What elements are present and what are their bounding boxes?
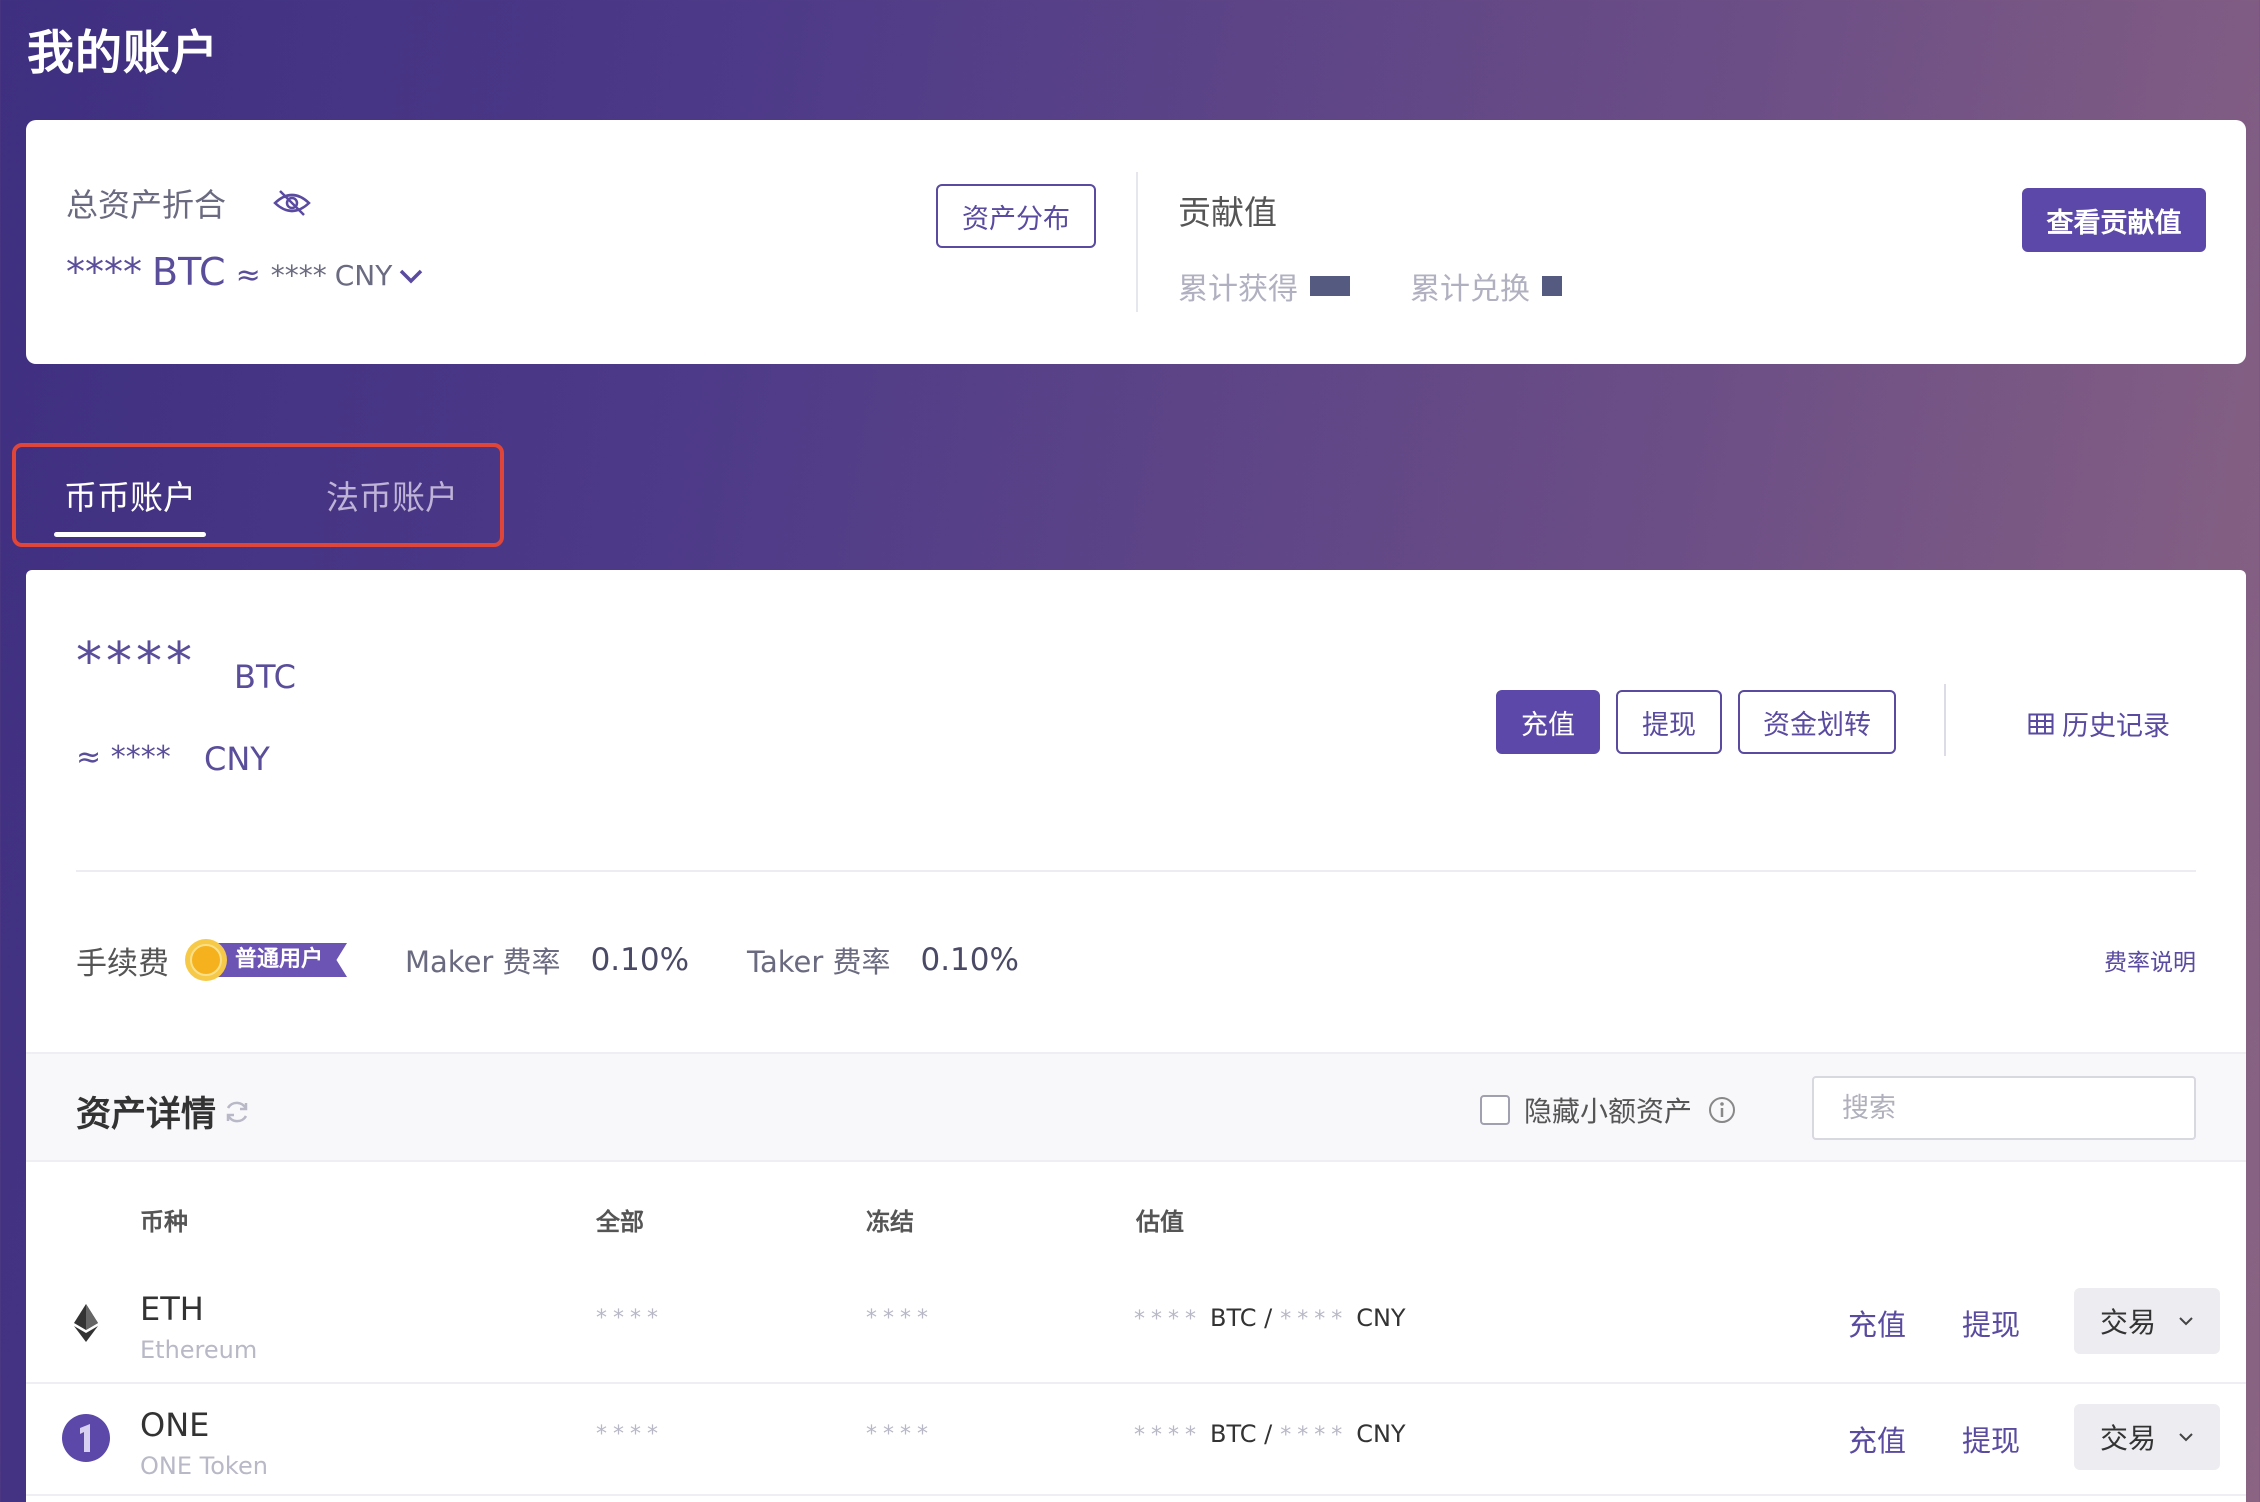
trade-dropdown[interactable]: 交易 xyxy=(2074,1288,2220,1354)
column-header-total: 全部 xyxy=(596,1208,644,1236)
total-btc-mask: **** xyxy=(66,250,142,294)
table-row: ONE ONE Token **** **** **** BTC / **** … xyxy=(26,1382,2246,1494)
contribution-section: 贡献值 累计获得 累计兑换 xyxy=(1178,186,1622,308)
estimate-value: **** BTC / **** CNY xyxy=(1134,1304,1406,1332)
transfer-button[interactable]: 资金划转 xyxy=(1738,690,1896,754)
coin-symbol: ONE xyxy=(140,1406,210,1444)
row-deposit-link[interactable]: 充值 xyxy=(1848,1302,1906,1344)
hide-small-label[interactable]: 隐藏小额资产 xyxy=(1524,1090,1692,1130)
column-header-frozen: 冻结 xyxy=(866,1208,914,1236)
row-deposit-link[interactable]: 充值 xyxy=(1848,1418,1906,1460)
divider xyxy=(26,1494,2246,1496)
hide-small-assets: 隐藏小额资产 xyxy=(1480,1090,1736,1130)
balance-btc-unit: BTC xyxy=(234,658,296,696)
redeemed-mask xyxy=(1542,276,1562,296)
trade-dropdown[interactable]: 交易 xyxy=(2074,1404,2220,1470)
fee-explain-link[interactable]: 费率说明 xyxy=(2104,943,2196,977)
fee-row: 手续费 普通用户 Maker 费率 0.10% Taker 费率 0.10% 费… xyxy=(76,930,2196,990)
history-label: 历史记录 xyxy=(2062,711,2170,742)
one-token-icon xyxy=(62,1414,110,1462)
earned-mask xyxy=(1310,276,1350,296)
table-row: ETH Ethereum **** **** **** BTC / **** C… xyxy=(26,1268,2246,1380)
balance-cny-mask: **** xyxy=(110,740,171,775)
hide-small-checkbox[interactable] xyxy=(1480,1095,1510,1125)
row-withdraw-link[interactable]: 提现 xyxy=(1962,1418,2020,1460)
column-header-estimate: 估值 xyxy=(1136,1208,1184,1236)
asset-distribution-button[interactable]: 资产分布 xyxy=(936,184,1096,248)
chevron-down-icon xyxy=(2179,1317,2193,1326)
sun-badge-icon xyxy=(185,939,227,981)
search-input[interactable] xyxy=(1812,1076,2196,1140)
chevron-down-icon[interactable] xyxy=(398,267,424,285)
divider xyxy=(1944,684,1946,756)
tier-badge-label: 普通用户 xyxy=(215,943,348,977)
approx-sign: ≈ xyxy=(76,740,102,775)
asset-details-bar: 资产详情 隐藏小额资产 xyxy=(26,1052,2246,1162)
coin-name: ONE Token xyxy=(140,1452,268,1480)
row-withdraw-link[interactable]: 提现 xyxy=(1962,1302,2020,1344)
column-header-coin: 币种 xyxy=(140,1208,188,1236)
summary-card: 总资产折合 **** BTC ≈ **** CNY 资产分布 贡献值 累计获得 xyxy=(26,120,2246,364)
total-value: **** xyxy=(596,1306,664,1331)
account-tabs: 币币账户 法币账户 xyxy=(12,443,504,547)
balance-cny-value: ≈ **** xyxy=(76,740,171,775)
view-contribution-button[interactable]: 查看贡献值 xyxy=(2022,188,2206,252)
refresh-icon[interactable] xyxy=(222,1097,252,1127)
redeemed-label: 累计兑换 xyxy=(1410,272,1530,307)
deposit-button[interactable]: 充值 xyxy=(1496,690,1600,754)
frozen-value: **** xyxy=(866,1422,934,1447)
fee-label: 手续费 xyxy=(76,945,169,982)
asset-details-title: 资产详情 xyxy=(76,1095,217,1135)
tier-badge: 普通用户 xyxy=(183,937,348,983)
estimate-value: **** BTC / **** CNY xyxy=(1134,1420,1406,1448)
coin-name: Ethereum xyxy=(140,1336,258,1364)
chevron-down-icon xyxy=(2179,1433,2193,1442)
total-value: **** xyxy=(596,1422,664,1447)
frozen-value: **** xyxy=(866,1306,934,1331)
taker-fee-value: 0.10% xyxy=(920,942,1019,978)
page-title: 我的账户 xyxy=(27,26,219,81)
account-card: **** BTC ≈ **** CNY 充值 提现 资金划转 历史记录 手续费 … xyxy=(26,570,2246,1502)
total-cny-mask: **** xyxy=(270,259,327,292)
total-btc-unit: BTC xyxy=(152,250,226,294)
divider xyxy=(1136,172,1138,312)
approx-sign: ≈ xyxy=(235,258,261,293)
ethereum-icon xyxy=(74,1304,98,1342)
grid-icon xyxy=(2028,713,2054,734)
withdraw-button[interactable]: 提现 xyxy=(1616,690,1722,754)
earned-label: 累计获得 xyxy=(1178,272,1298,307)
balance-btc-mask: **** xyxy=(76,632,196,692)
total-assets: 总资产折合 **** BTC ≈ **** CNY xyxy=(66,180,424,294)
tab-spot-account[interactable]: 币币账户 xyxy=(54,471,206,537)
divider xyxy=(76,870,2196,872)
total-assets-label: 总资产折合 xyxy=(66,186,227,224)
taker-fee-label: Taker 费率 xyxy=(747,945,891,979)
coin-symbol: ETH xyxy=(140,1290,204,1328)
tab-fiat-account[interactable]: 法币账户 xyxy=(326,471,458,519)
balance-cny-unit: CNY xyxy=(204,740,270,778)
eye-slash-icon[interactable] xyxy=(272,187,312,219)
maker-fee-value: 0.10% xyxy=(590,942,690,978)
info-icon[interactable] xyxy=(1708,1096,1736,1124)
maker-fee-label: Maker 费率 xyxy=(405,945,561,979)
history-link[interactable]: 历史记录 xyxy=(2028,704,2170,743)
currency-select[interactable]: CNY xyxy=(335,259,393,292)
contribution-title: 贡献值 xyxy=(1178,193,1277,232)
